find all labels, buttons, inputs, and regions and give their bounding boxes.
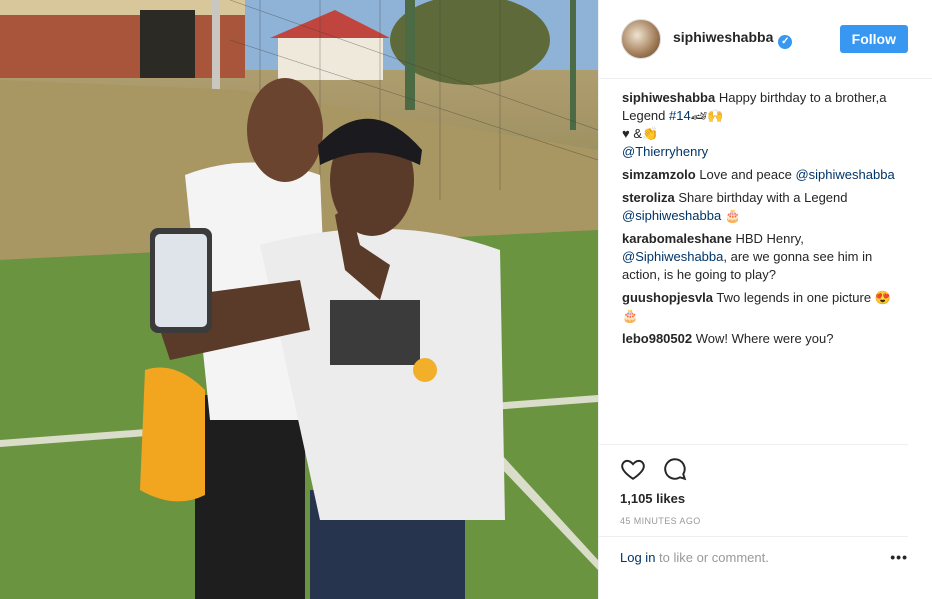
login-suffix: to like or comment.: [659, 549, 769, 565]
more-options-icon[interactable]: •••: [890, 549, 908, 565]
comment: steroliza Share birthday with a Legend @…: [622, 189, 908, 225]
comment-text: Wow! Where were you?: [695, 331, 834, 346]
comment-username[interactable]: simzamzolo: [622, 167, 696, 182]
instagram-post: siphiweshabba ✓ Follow siphiweshabba Happ…: [0, 0, 932, 599]
avatar[interactable]: [621, 19, 661, 59]
post-photo[interactable]: [0, 0, 598, 599]
post-timestamp: 45 MINUTES AGO: [599, 506, 908, 537]
login-link[interactable]: Log in: [620, 550, 655, 565]
comment-suffix: 🎂: [721, 208, 742, 223]
comment-text: Share birthday with a Legend: [678, 190, 848, 205]
comments-list: siphiweshabba Happy birthday to a brothe…: [599, 79, 908, 445]
username-text[interactable]: siphiweshabba: [673, 29, 773, 45]
comment-mention[interactable]: @Siphiweshabba: [622, 249, 723, 264]
heart-icon[interactable]: [620, 456, 646, 482]
comment-mention[interactable]: @siphiweshabba: [622, 208, 721, 223]
comment-username[interactable]: lebo980502: [622, 331, 692, 346]
comment: lebo980502 Wow! Where were you?: [622, 330, 908, 348]
comment-username[interactable]: guushopjesvla: [622, 290, 713, 305]
comment: simzamzolo Love and peace @siphiweshabba: [622, 166, 908, 184]
comment-username[interactable]: steroliza: [622, 190, 675, 205]
post-header: siphiweshabba ✓ Follow: [599, 0, 932, 79]
photo-illustration: [0, 0, 598, 599]
caption-mention[interactable]: @Thierryhenry: [622, 144, 708, 159]
post-sidebar: siphiweshabba ✓ Follow siphiweshabba Happ…: [598, 0, 932, 599]
comment-text: Love and peace: [699, 167, 792, 182]
comment-text: HBD Henry,: [735, 231, 804, 246]
action-bar: [599, 445, 932, 483]
comment-icon[interactable]: [662, 456, 688, 482]
comment: karabomaleshane HBD Henry, @Siphiweshabb…: [622, 230, 908, 284]
comment-mention[interactable]: @siphiweshabba: [795, 167, 894, 182]
follow-button[interactable]: Follow: [839, 25, 908, 53]
caption-hashtag[interactable]: #14: [669, 108, 691, 123]
caption-line2: ♥ &👏: [622, 126, 659, 141]
verified-badge-icon: ✓: [778, 35, 793, 49]
login-row: Log in to like or comment. •••: [599, 537, 932, 565]
likes-count[interactable]: 1,105 likes: [599, 483, 932, 506]
caption-username[interactable]: siphiweshabba: [622, 90, 715, 105]
comment-username[interactable]: karabomaleshane: [622, 231, 732, 246]
caption-emoji: 🏎🙌: [690, 108, 724, 123]
caption: siphiweshabba Happy birthday to a brothe…: [622, 89, 908, 161]
comment: guushopjesvla Two legends in one picture…: [622, 289, 908, 325]
header-username[interactable]: siphiweshabba ✓: [673, 29, 793, 49]
